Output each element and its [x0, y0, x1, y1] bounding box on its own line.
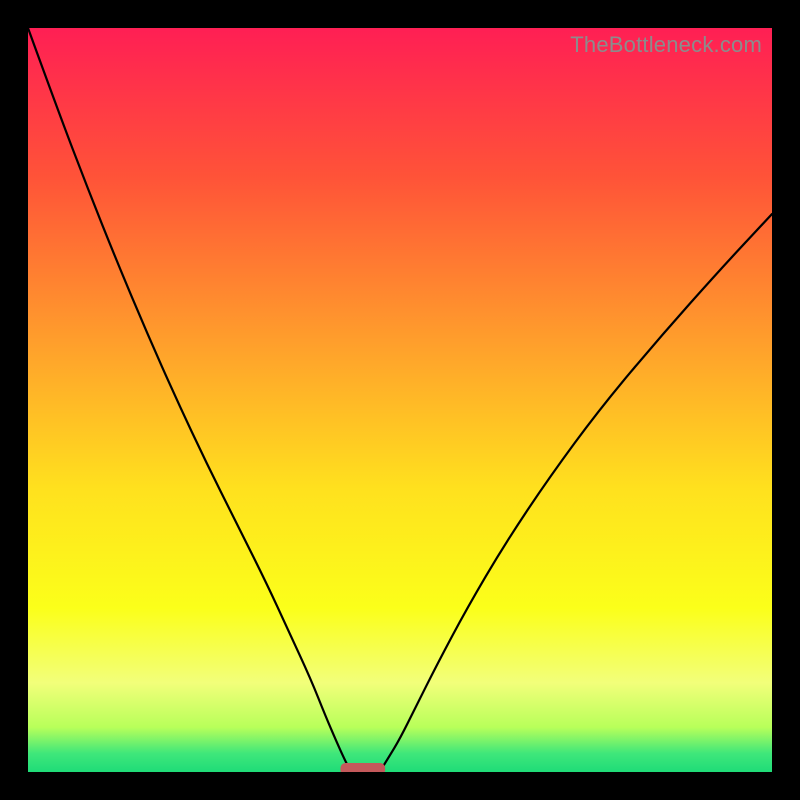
plot-area: TheBottleneck.com	[28, 28, 772, 772]
chart-frame: TheBottleneck.com	[0, 0, 800, 800]
gradient-background	[28, 28, 772, 772]
chart-svg	[28, 28, 772, 772]
watermark-text: TheBottleneck.com	[570, 32, 762, 58]
bottleneck-marker	[340, 763, 385, 772]
